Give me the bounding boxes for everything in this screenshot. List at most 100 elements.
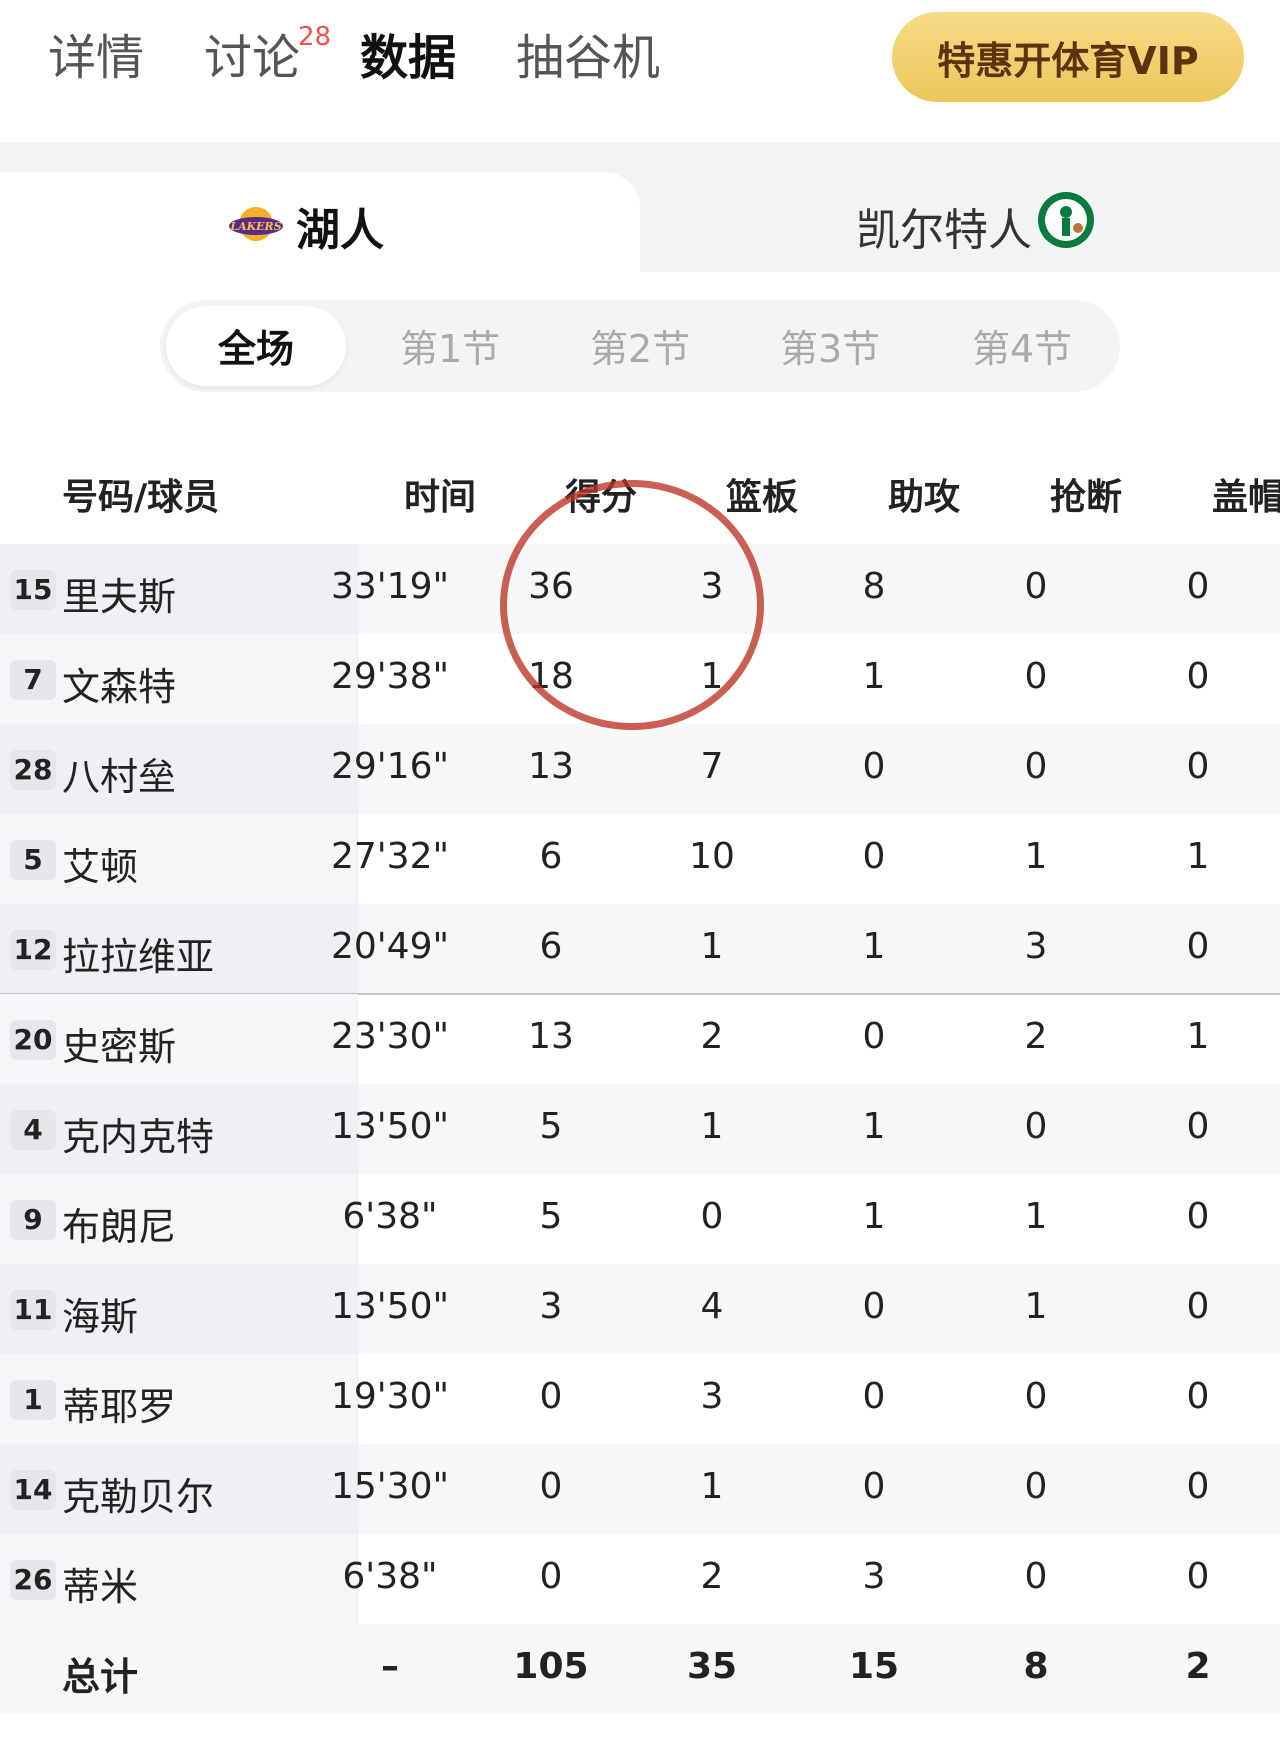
cell-blocks: 0 (1186, 566, 1210, 607)
player-name[interactable]: 史密斯 (62, 1016, 176, 1071)
tab-lottery[interactable]: 抽谷机 (516, 28, 660, 88)
cell-blocks: 0 (1186, 1106, 1210, 1147)
cell-steals: 0 (1024, 656, 1048, 697)
player-name[interactable]: 布朗尼 (62, 1196, 176, 1251)
cell-points: 18 (528, 656, 574, 697)
table-row[interactable]: 12 拉拉维亚 20'49" 6 1 1 3 0 (0, 904, 1280, 994)
section-divider (0, 142, 1280, 172)
cell-blocks: 0 (1186, 926, 1210, 967)
cell-time: 13'50" (330, 1286, 450, 1327)
jersey-number: 11 (10, 1290, 56, 1330)
player-name[interactable]: 拉拉维亚 (62, 926, 214, 981)
table-row[interactable]: 5 艾顿 27'32" 6 10 0 1 1 (0, 814, 1280, 904)
player-name[interactable]: 克勒贝尔 (62, 1466, 214, 1521)
cell-time: 33'19" (330, 566, 450, 607)
cell-blocks: 0 (1186, 1286, 1210, 1327)
jersey-number: 9 (10, 1200, 56, 1240)
cell-steals: 3 (1024, 926, 1048, 967)
table-row[interactable]: 4 克内克特 13'50" 5 1 1 0 0 (0, 1084, 1280, 1174)
header-blocks[interactable]: 盖帽 (1212, 468, 1280, 520)
player-cell[interactable]: 7 文森特 (0, 634, 358, 724)
table-row[interactable]: 20 史密斯 23'30" 13 2 0 2 1 (0, 994, 1280, 1084)
cell-points: 5 (539, 1196, 563, 1237)
table-row[interactable]: 11 海斯 13'50" 3 4 0 1 0 (0, 1264, 1280, 1354)
total-label: 总计 (62, 1655, 139, 1699)
player-name[interactable]: 里夫斯 (62, 566, 176, 621)
table-row[interactable]: 15 里夫斯 33'19" 36 3 8 0 0 (0, 544, 1280, 634)
header-steals[interactable]: 抢断 (1050, 468, 1122, 520)
cell-steals: 0 (1024, 1106, 1048, 1147)
player-name[interactable]: 文森特 (62, 656, 176, 711)
period-q4[interactable]: 第4节 (972, 318, 1072, 373)
total-row: 总计 – 105 35 15 8 2 (0, 1624, 1280, 1714)
cell-rebounds: 2 (700, 1556, 724, 1597)
period-q1[interactable]: 第1节 (400, 318, 500, 373)
cell-rebounds: 3 (700, 1376, 724, 1417)
tab-discussion[interactable]: 讨论 (204, 28, 300, 88)
table-row[interactable]: 14 克勒贝尔 15'30" 0 1 0 0 0 (0, 1444, 1280, 1534)
player-cell[interactable]: 5 艾顿 (0, 814, 358, 904)
cell-time: 29'16" (330, 746, 450, 787)
player-name[interactable]: 八村垒 (62, 746, 176, 801)
period-q2[interactable]: 第2节 (590, 318, 690, 373)
table-row[interactable]: 9 布朗尼 6'38" 5 0 1 1 0 (0, 1174, 1280, 1264)
team-tab-lakers[interactable]: LAKERS 湖人 (0, 172, 640, 272)
player-cell[interactable]: 11 海斯 (0, 1264, 358, 1354)
jersey-number: 7 (10, 660, 56, 700)
table-row[interactable]: 26 蒂米 6'38" 0 2 3 0 0 (0, 1534, 1280, 1624)
team-tab-celtics[interactable]: 凯尔特人 (640, 172, 1280, 272)
cell-time: 15'30" (330, 1466, 450, 1507)
stats-table-header: 号码/球员 时间 得分 篮板 助攻 抢断 盖帽 (0, 440, 1280, 544)
cell-assists: 0 (862, 836, 886, 877)
cell-steals: 0 (1024, 566, 1048, 607)
player-cell[interactable]: 28 八村垒 (0, 724, 358, 814)
table-row[interactable]: 28 八村垒 29'16" 13 7 0 0 0 (0, 724, 1280, 814)
cell-steals: 0 (1024, 1556, 1048, 1597)
cell-time: 19'30" (330, 1376, 450, 1417)
header-assists[interactable]: 助攻 (888, 468, 960, 520)
discussion-count-badge: 28 (298, 22, 332, 52)
cell-points: 0 (539, 1556, 563, 1597)
team-switch: LAKERS 湖人 凯尔特人 (0, 172, 1280, 272)
player-name[interactable]: 艾顿 (62, 836, 138, 891)
player-cell[interactable]: 12 拉拉维亚 (0, 904, 358, 994)
cell-blocks: 0 (1186, 746, 1210, 787)
cell-points: 6 (539, 836, 563, 877)
cell-rebounds: 2 (700, 1016, 724, 1057)
player-name[interactable]: 蒂米 (62, 1556, 138, 1611)
header-points[interactable]: 得分 (565, 468, 637, 520)
total-points: 105 (513, 1646, 589, 1687)
vip-button[interactable]: 特惠开体育VIP (892, 12, 1244, 102)
team-name-lakers: 湖人 (296, 205, 384, 256)
player-cell[interactable]: 26 蒂米 (0, 1534, 358, 1624)
player-cell[interactable]: 4 克内克特 (0, 1084, 358, 1174)
player-name[interactable]: 克内克特 (62, 1106, 214, 1161)
table-row[interactable]: 1 蒂耶罗 19'30" 0 3 0 0 0 (0, 1354, 1280, 1444)
player-cell[interactable]: 20 史密斯 (0, 994, 358, 1084)
total-blocks: 2 (1185, 1646, 1211, 1687)
player-name[interactable]: 蒂耶罗 (62, 1376, 176, 1431)
cell-steals: 1 (1024, 836, 1048, 877)
period-q3[interactable]: 第3节 (780, 318, 880, 373)
cell-steals: 0 (1024, 1376, 1048, 1417)
tab-data[interactable]: 数据 (360, 28, 456, 88)
jersey-number: 15 (10, 570, 56, 610)
header-rebounds[interactable]: 篮板 (726, 468, 798, 520)
player-cell[interactable]: 15 里夫斯 (0, 544, 358, 634)
cell-blocks: 0 (1186, 1466, 1210, 1507)
player-cell[interactable]: 9 布朗尼 (0, 1174, 358, 1264)
header-time[interactable]: 时间 (404, 468, 476, 520)
cell-steals: 0 (1024, 1466, 1048, 1507)
header-player: 号码/球员 (62, 477, 220, 518)
cell-assists: 3 (862, 1556, 886, 1597)
player-cell[interactable]: 1 蒂耶罗 (0, 1354, 358, 1444)
team-name-celtics: 凯尔特人 (856, 205, 1032, 256)
cell-assists: 1 (862, 1106, 886, 1147)
player-cell[interactable]: 14 克勒贝尔 (0, 1444, 358, 1534)
period-full-game[interactable]: 全场 (218, 318, 294, 373)
tab-details[interactable]: 详情 (48, 28, 144, 88)
player-name[interactable]: 海斯 (62, 1286, 138, 1341)
cell-assists: 0 (862, 1016, 886, 1057)
cell-assists: 1 (862, 1196, 886, 1237)
table-row[interactable]: 7 文森特 29'38" 18 1 1 0 0 (0, 634, 1280, 724)
